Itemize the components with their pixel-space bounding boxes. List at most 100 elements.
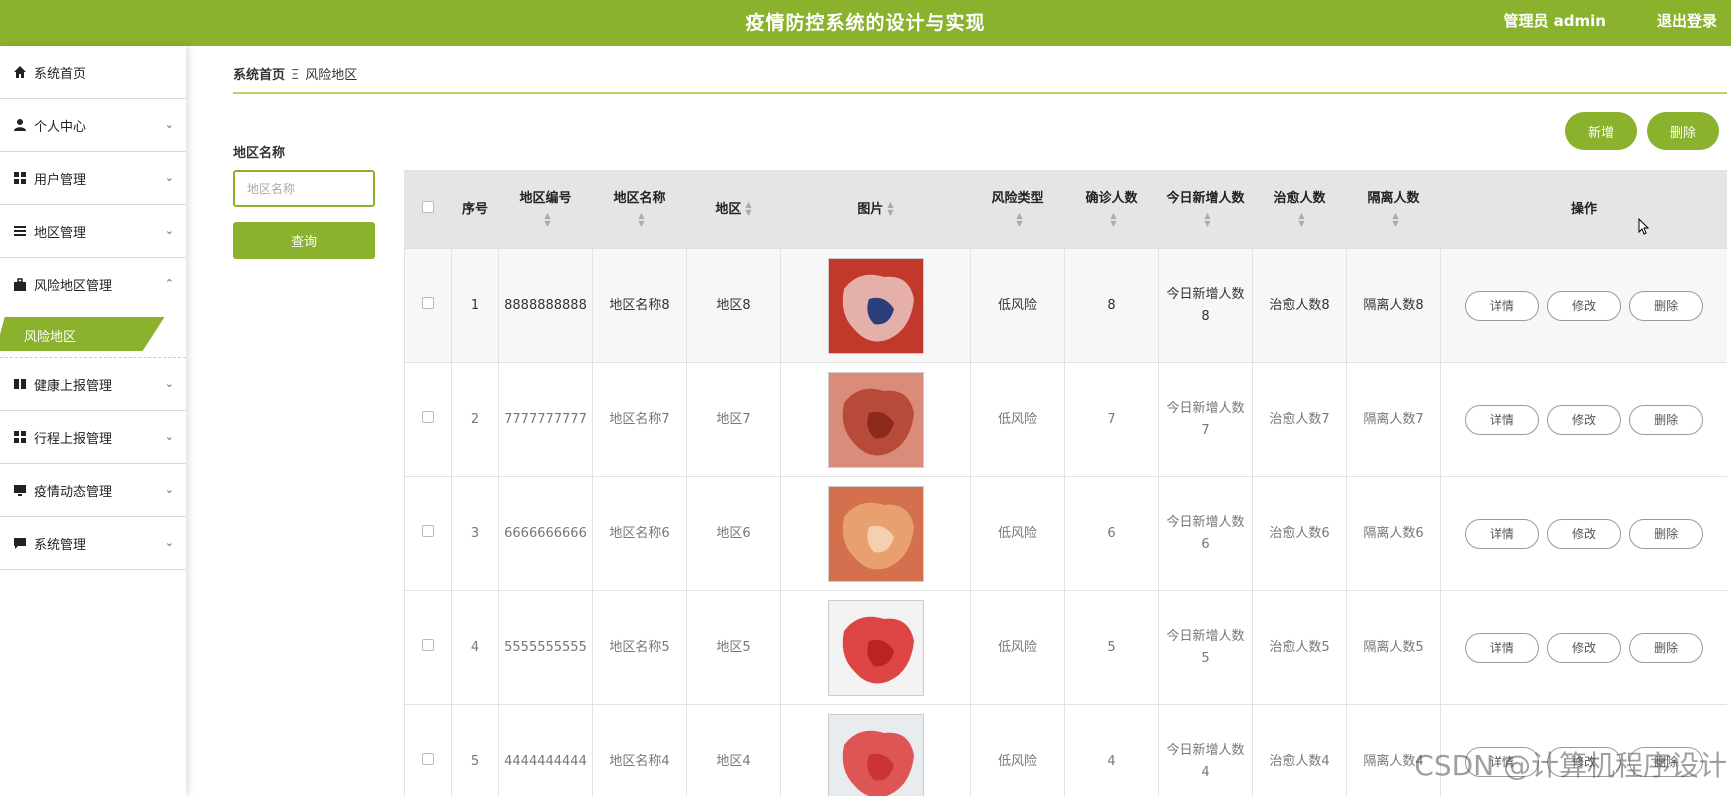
cell-isolated: 隔离人数6 <box>1346 476 1441 591</box>
row-delete-button[interactable]: 删除 <box>1629 290 1704 321</box>
col-header[interactable]: 隔离人数 ▲ ▼ <box>1346 170 1441 249</box>
edit-button[interactable]: 修改 <box>1547 518 1621 549</box>
col-header: 序号 <box>451 170 499 249</box>
sort-icon[interactable]: ▲ ▼ <box>544 212 550 228</box>
col-header-label: 地区 <box>715 201 742 217</box>
col-header-label: 地区名称 <box>613 190 666 206</box>
row-delete-button[interactable]: 删除 <box>1629 518 1704 549</box>
col-header[interactable]: 地区 ▲ ▼ <box>686 170 781 249</box>
cell-actions: 详情 修改 删除 <box>1440 476 1727 591</box>
sidebar-item-regions[interactable]: 地区管理 ⌄ <box>0 205 186 258</box>
sidebar-item-itinerary[interactable]: 行程上报管理 ⌄ <box>0 411 186 464</box>
sort-icon[interactable]: ▲ ▼ <box>1110 212 1116 228</box>
cell-risk: 低风险 <box>970 476 1065 591</box>
sidebar-item-risk-management[interactable]: 风险地区管理 ⌃ <box>0 258 186 311</box>
cell-cured: 治愈人数8 <box>1252 248 1347 363</box>
col-header[interactable]: 地区名称 ▲ ▼ <box>592 170 687 249</box>
col-header-label: 隔离人数 <box>1367 190 1420 206</box>
sort-icon[interactable]: ▲ ▼ <box>638 212 644 228</box>
map-thumbnail <box>827 371 924 468</box>
detail-button[interactable]: 详情 <box>1464 632 1539 663</box>
detail-button[interactable]: 详情 <box>1464 290 1539 321</box>
edit-button[interactable]: 修改 <box>1547 632 1621 663</box>
breadcrumb-separator: Ξ <box>291 68 300 83</box>
briefcase-icon <box>12 277 28 293</box>
map-thumbnail <box>827 713 924 796</box>
sidebar-item-health[interactable]: 健康上报管理 ⌄ <box>0 358 186 411</box>
cell-isolated: 隔离人数5 <box>1346 590 1441 705</box>
col-header[interactable]: 今日新增人数 ▲ ▼ <box>1158 170 1253 249</box>
chevron-down-icon: ⌄ <box>164 377 174 390</box>
delete-button[interactable]: 删除 <box>1647 112 1719 150</box>
detail-button[interactable]: 详情 <box>1464 404 1539 435</box>
col-header[interactable]: 风险类型 ▲ ▼ <box>970 170 1065 249</box>
row-delete-button[interactable]: 删除 <box>1629 404 1704 435</box>
cell-image <box>780 362 971 477</box>
query-button[interactable]: 查询 <box>233 222 375 259</box>
sidebar-item-label: 疫情动态管理 <box>34 484 113 500</box>
sidebar-item-epidemic-news[interactable]: 疫情动态管理 ⌄ <box>0 464 186 517</box>
map-image <box>842 274 914 341</box>
cell-cured: 治愈人数4 <box>1252 704 1347 796</box>
col-header[interactable]: 确诊人数 ▲ ▼ <box>1064 170 1159 249</box>
sort-icon[interactable]: ▲ ▼ <box>1016 212 1022 228</box>
row-checkbox[interactable] <box>422 638 434 651</box>
cell-region: 地区7 <box>686 362 781 477</box>
detail-button[interactable]: 详情 <box>1464 518 1539 549</box>
current-user: 管理员 admin <box>1503 12 1606 30</box>
cell-cured: 治愈人数5 <box>1252 590 1347 705</box>
col-header-label: 地区编号 <box>519 190 572 206</box>
col-header[interactable]: 地区编号 ▲ ▼ <box>498 170 593 249</box>
row-checkbox[interactable] <box>422 296 434 309</box>
chevron-down-icon: ⌄ <box>164 536 174 549</box>
sidebar-item-personal[interactable]: 个人中心 ⌄ <box>0 99 186 152</box>
sort-icon[interactable]: ▲ ▼ <box>1298 212 1304 228</box>
cell-name: 地区名称5 <box>592 590 687 705</box>
sort-icon[interactable]: ▲ ▼ <box>887 201 893 217</box>
add-button[interactable]: 新增 <box>1565 112 1637 150</box>
row-select-cell <box>404 704 452 796</box>
chevron-down-icon: ⌄ <box>164 430 174 443</box>
map-thumbnail <box>827 485 924 582</box>
col-header[interactable]: 治愈人数 ▲ ▼ <box>1252 170 1347 249</box>
edit-button[interactable]: 修改 <box>1547 290 1621 321</box>
sidebar-item-system[interactable]: 系统管理 ⌄ <box>0 517 186 570</box>
cell-cured: 治愈人数6 <box>1252 476 1347 591</box>
sort-icon[interactable]: ▲ ▼ <box>1204 212 1210 228</box>
sidebar-item-home[interactable]: 系统首页 <box>0 46 186 99</box>
cell-risk: 低风险 <box>970 362 1065 477</box>
row-checkbox[interactable] <box>422 524 434 537</box>
col-header[interactable]: 图片 ▲ ▼ <box>780 170 971 249</box>
cell-no: 1 <box>451 248 499 363</box>
cell-confirmed: 7 <box>1064 362 1159 477</box>
row-checkbox[interactable] <box>422 410 434 423</box>
sidebar-item-label: 行程上报管理 <box>34 431 113 447</box>
chevron-down-icon: ⌄ <box>164 118 174 131</box>
sidebar-item-label: 用户管理 <box>34 172 87 188</box>
logout-link[interactable]: 退出登录 <box>1657 10 1717 31</box>
cell-new-today: 今日新增人数4 <box>1158 704 1253 796</box>
cell-name: 地区名称8 <box>592 248 687 363</box>
region-name-input[interactable] <box>233 170 375 207</box>
sidebar-subitem-risk-areas[interactable]: 风险地区 <box>0 311 186 358</box>
breadcrumb-home[interactable]: 系统首页 <box>233 68 285 83</box>
breadcrumb-divider <box>233 92 1727 94</box>
cell-code: 4444444444 <box>498 704 593 796</box>
cell-risk: 低风险 <box>970 248 1065 363</box>
row-delete-button[interactable]: 删除 <box>1629 632 1704 663</box>
select-all-checkbox[interactable] <box>422 200 434 213</box>
row-checkbox[interactable] <box>422 752 434 765</box>
map-image <box>842 388 914 455</box>
cell-code: 7777777777 <box>498 362 593 477</box>
sort-icon[interactable]: ▲ ▼ <box>745 201 751 217</box>
sidebar-item-users[interactable]: 用户管理 ⌄ <box>0 152 186 205</box>
sidebar: 系统首页 个人中心 ⌄ 用户管理 ⌄ 地区管理 ⌄ 风险地区管理 ⌃ 风险地区 <box>0 46 186 796</box>
map-thumbnail <box>827 257 924 354</box>
edit-button[interactable]: 修改 <box>1547 404 1621 435</box>
cell-name: 地区名称7 <box>592 362 687 477</box>
cell-isolated: 隔离人数7 <box>1346 362 1441 477</box>
sort-icon[interactable]: ▲ ▼ <box>1392 212 1398 228</box>
table-row: 4 5555555555 地区名称5 地区5 低风险 5 今日新增人数5 治愈人… <box>404 590 1727 705</box>
cell-confirmed: 5 <box>1064 590 1159 705</box>
table-row: 3 6666666666 地区名称6 地区6 低风险 6 今日新增人数6 治愈人… <box>404 476 1727 591</box>
